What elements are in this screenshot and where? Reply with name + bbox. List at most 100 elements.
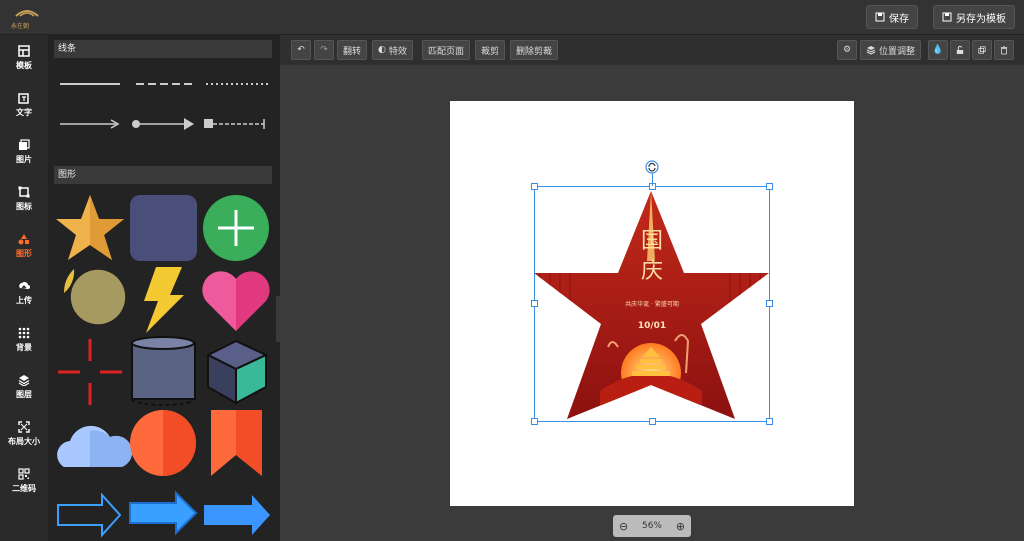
bookmark-shape-right bbox=[236, 410, 262, 476]
trash-icon bbox=[1000, 46, 1008, 55]
redo-button[interactable]: ↷ bbox=[314, 40, 334, 60]
rotate-connector bbox=[652, 172, 653, 186]
lines-section-title: 线条 bbox=[54, 40, 272, 58]
resize-handle-bottom-left[interactable] bbox=[531, 418, 538, 425]
lock-button[interactable] bbox=[950, 40, 970, 60]
cylinder-shape[interactable] bbox=[131, 336, 196, 406]
crosshair-shape[interactable] bbox=[58, 339, 122, 405]
logo-text: 永在朝 bbox=[11, 23, 30, 30]
line-square-dashed[interactable] bbox=[204, 116, 274, 132]
nav-label-background: 背景 bbox=[16, 343, 32, 352]
resize-handle-top-right[interactable] bbox=[766, 183, 773, 190]
shapes-section-title: 图形 bbox=[54, 166, 272, 184]
flip-label: 翻转 bbox=[343, 46, 362, 57]
save-icon bbox=[875, 12, 885, 22]
save-template-icon bbox=[942, 12, 952, 22]
blue-arrow-shape[interactable] bbox=[129, 490, 198, 536]
save-as-template-label: 另存为模板 bbox=[956, 13, 1006, 25]
zoom-out-icon[interactable]: ⊖ bbox=[619, 520, 628, 533]
effects-label: 特效 bbox=[388, 46, 407, 57]
selection-box[interactable] bbox=[534, 186, 770, 422]
rounded-square-shape[interactable] bbox=[130, 195, 197, 261]
moon-shape[interactable] bbox=[60, 269, 126, 331]
nav-item-resize[interactable]: 布局大小 bbox=[0, 412, 48, 456]
zoom-in-icon[interactable]: ⊕ bbox=[676, 520, 685, 533]
resize-handle-left[interactable] bbox=[531, 300, 538, 307]
crop-label: 裁剪 bbox=[481, 46, 500, 57]
line-dashed[interactable] bbox=[131, 77, 201, 91]
nav-label-image: 图片 bbox=[16, 155, 32, 164]
nav-item-text[interactable]: 文字 bbox=[0, 83, 48, 127]
redo-icon: ↷ bbox=[320, 45, 328, 55]
nav-item-template[interactable]: 模板 bbox=[0, 36, 48, 80]
line-dotted[interactable] bbox=[204, 77, 274, 91]
effects-button[interactable]: ◐ 特效 bbox=[372, 40, 413, 60]
shapes-icon bbox=[18, 234, 29, 245]
nav-item-qrcode[interactable]: 二维码 bbox=[0, 459, 48, 503]
save-button[interactable]: 保存 bbox=[866, 5, 918, 29]
effects-icon: ◐ bbox=[378, 45, 386, 55]
line-arrow[interactable] bbox=[56, 116, 126, 132]
qrcode-icon bbox=[18, 468, 30, 480]
nav-item-shapes[interactable]: 图形 bbox=[0, 224, 48, 268]
background-icon bbox=[18, 327, 30, 339]
fit-page-label: 匹配页面 bbox=[428, 46, 465, 57]
star-shape[interactable] bbox=[56, 195, 124, 260]
outline-arrow-shape[interactable] bbox=[57, 492, 122, 538]
resize-handle-top-left[interactable] bbox=[531, 183, 538, 190]
gear-icon: ⚙ bbox=[842, 45, 852, 55]
plus-circle-shape[interactable] bbox=[203, 195, 269, 261]
opacity-drop-icon: 💧 bbox=[932, 45, 944, 55]
nav-item-upload[interactable]: 上传 bbox=[0, 271, 48, 315]
flip-button[interactable]: 翻转 bbox=[337, 40, 368, 60]
nav-label-icons: 图标 bbox=[16, 202, 32, 211]
fit-page-button[interactable]: 匹配页面 bbox=[422, 40, 471, 60]
settings-button[interactable]: ⚙ bbox=[837, 40, 857, 60]
half-circle-shape[interactable] bbox=[130, 410, 196, 476]
nav-label-text: 文字 bbox=[16, 108, 32, 117]
position-button[interactable]: 位置调整 bbox=[860, 40, 922, 60]
line-solid[interactable] bbox=[56, 77, 126, 91]
delete-button[interactable] bbox=[994, 40, 1014, 60]
resize-handle-bottom[interactable] bbox=[649, 418, 656, 425]
nav-item-layers[interactable]: 图层 bbox=[0, 365, 48, 409]
solid-arrow-shape[interactable] bbox=[204, 495, 270, 535]
copy-button[interactable] bbox=[972, 40, 992, 60]
unlock-icon bbox=[956, 45, 964, 54]
line-dot-arrow[interactable] bbox=[131, 116, 201, 132]
position-label: 位置调整 bbox=[879, 46, 916, 57]
resize-handle-right[interactable] bbox=[766, 300, 773, 307]
nav-label-qrcode: 二维码 bbox=[12, 484, 36, 493]
upload-icon bbox=[19, 281, 30, 291]
left-nav: 模板 文字 图片 图标 图形 上传 背景 图层 布局大小 二维码 bbox=[0, 35, 48, 541]
cloud-shape[interactable] bbox=[57, 425, 133, 467]
remove-crop-label: 删除剪裁 bbox=[516, 46, 553, 57]
nav-item-icons[interactable]: 图标 bbox=[0, 177, 48, 221]
save-as-template-button[interactable]: 另存为模板 bbox=[933, 5, 1015, 29]
icon-set-icon bbox=[18, 186, 30, 198]
text-icon bbox=[18, 93, 29, 104]
nav-label-template: 模板 bbox=[16, 61, 32, 70]
image-icon bbox=[19, 139, 30, 150]
crop-button[interactable]: 裁剪 bbox=[475, 40, 506, 60]
shapes-grid bbox=[56, 195, 270, 538]
remove-crop-button[interactable]: 删除剪裁 bbox=[510, 40, 559, 60]
nav-item-background[interactable]: 背景 bbox=[0, 318, 48, 362]
lightning-shape[interactable] bbox=[144, 267, 184, 333]
zoom-bar: ⊖ 56% ⊕ bbox=[613, 515, 691, 537]
template-icon bbox=[18, 45, 30, 57]
resize-icon bbox=[18, 421, 30, 433]
nav-label-upload: 上传 bbox=[16, 296, 32, 305]
rotate-handle-icon[interactable] bbox=[645, 160, 659, 174]
undo-button[interactable]: ↶ bbox=[291, 40, 311, 60]
opacity-button[interactable]: 💧 bbox=[928, 40, 948, 60]
save-label: 保存 bbox=[889, 13, 909, 25]
layers-icon bbox=[18, 375, 30, 386]
shapes-panel: 线条 图形 bbox=[48, 35, 280, 541]
cube-shape[interactable] bbox=[205, 339, 269, 405]
undo-icon: ↶ bbox=[297, 45, 305, 55]
resize-handle-bottom-right[interactable] bbox=[766, 418, 773, 425]
nav-item-image[interactable]: 图片 bbox=[0, 130, 48, 174]
nav-label-layers: 图层 bbox=[16, 390, 32, 399]
heart-shape-left bbox=[202, 271, 236, 331]
